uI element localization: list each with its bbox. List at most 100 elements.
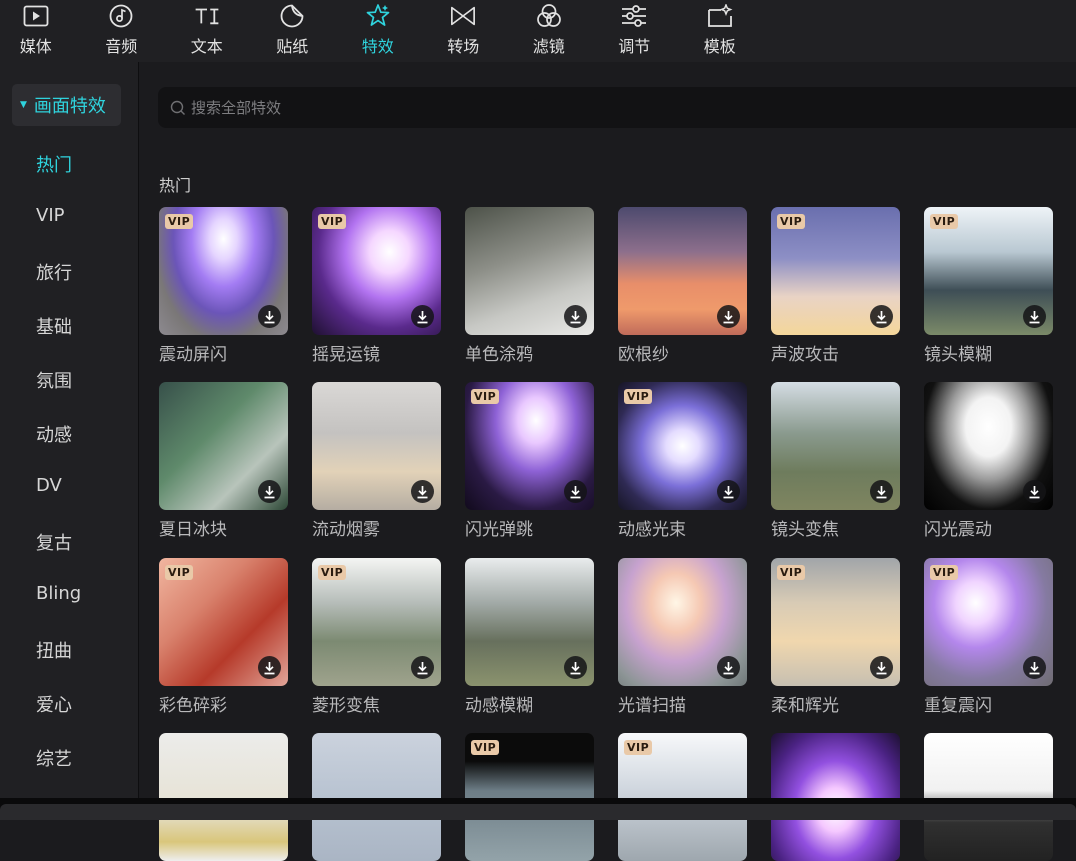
download-button[interactable]	[258, 480, 281, 503]
effect-tile[interactable]: 闪光震动	[924, 382, 1053, 542]
effect-tile[interactable]: VIP 闪光弹跳	[465, 382, 594, 542]
effect-thumbnail[interactable]	[771, 382, 900, 510]
effect-thumbnail[interactable]	[159, 382, 288, 510]
download-button[interactable]	[411, 480, 434, 503]
effect-thumbnail[interactable]: VIP	[159, 558, 288, 686]
effect-tile[interactable]: VIP 菱形变焦	[312, 558, 441, 718]
effect-tile[interactable]: VIP 声波攻击	[771, 207, 900, 367]
effect-thumbnail[interactable]: VIP	[159, 207, 288, 335]
effect-thumbnail[interactable]: VIP	[465, 382, 594, 510]
effect-tile[interactable]: 光谱扫描	[618, 558, 747, 718]
tab-text[interactable]: 文本	[164, 0, 250, 62]
effect-tile[interactable]: VIP 震动屏闪	[159, 207, 288, 367]
effect-tile[interactable]: VIP 重复震闪	[924, 558, 1053, 718]
effect-thumbnail[interactable]	[312, 382, 441, 510]
vip-badge: VIP	[624, 740, 653, 755]
tab-sticker[interactable]: 贴纸	[250, 0, 336, 62]
sidebar-item-retro[interactable]: 复古	[36, 529, 72, 555]
sidebar-item-dv[interactable]: DV	[36, 475, 62, 496]
tab-adjust[interactable]: 调节	[592, 0, 678, 62]
tab-effects[interactable]: 特效	[335, 0, 421, 62]
effect-tile[interactable]: VIP	[465, 733, 594, 861]
effect-tile[interactable]	[771, 733, 900, 861]
effect-thumbnail[interactable]	[159, 733, 288, 861]
effect-thumbnail[interactable]	[312, 733, 441, 861]
effect-tile[interactable]: VIP	[618, 733, 747, 861]
effect-thumbnail[interactable]: VIP	[312, 207, 441, 335]
download-button[interactable]	[258, 656, 281, 679]
effect-name: 声波攻击	[771, 345, 839, 365]
vip-badge: VIP	[318, 214, 347, 229]
effect-tile[interactable]: 动感模糊	[465, 558, 594, 718]
effect-tile[interactable]: 单色涂鸦	[465, 207, 594, 367]
download-button[interactable]	[411, 656, 434, 679]
sidebar-item-vip[interactable]: VIP	[36, 205, 64, 226]
sidebar-item-distort[interactable]: 扭曲	[36, 637, 72, 663]
download-button[interactable]	[258, 305, 281, 328]
effect-thumbnail[interactable]: VIP	[618, 382, 747, 510]
effect-tile[interactable]: 流动烟雾	[312, 382, 441, 542]
tab-template[interactable]: 模板	[677, 0, 763, 62]
effect-thumbnail[interactable]	[618, 558, 747, 686]
effect-tile[interactable]	[159, 733, 288, 861]
adjust-icon	[621, 3, 647, 29]
effect-thumbnail[interactable]	[771, 733, 900, 861]
download-button[interactable]	[411, 305, 434, 328]
effect-tile[interactable]	[312, 733, 441, 861]
download-button[interactable]	[564, 305, 587, 328]
effect-tile[interactable]: VIP 摇晃运镜	[312, 207, 441, 367]
download-button[interactable]	[870, 656, 893, 679]
effect-thumbnail[interactable]: VIP	[312, 558, 441, 686]
download-button[interactable]	[717, 480, 740, 503]
effect-tile[interactable]: VIP 彩色碎彩	[159, 558, 288, 718]
download-button[interactable]	[1023, 305, 1046, 328]
download-button[interactable]	[564, 656, 587, 679]
download-button[interactable]	[870, 480, 893, 503]
tab-media[interactable]: 媒体	[0, 0, 79, 62]
effect-tile[interactable]: 夏日冰块	[159, 382, 288, 542]
sidebar-item-atmosphere[interactable]: 氛围	[36, 367, 72, 393]
effect-thumbnail[interactable]: VIP	[924, 207, 1053, 335]
sidebar-item-basic[interactable]: 基础	[36, 313, 72, 339]
category-header-screen-effects[interactable]: ▼ 画面特效	[12, 84, 121, 126]
sidebar-item-variety[interactable]: 综艺	[36, 745, 72, 771]
effect-thumbnail[interactable]	[465, 207, 594, 335]
sidebar-item-love[interactable]: 爱心	[36, 691, 72, 717]
tab-audio[interactable]: 音频	[79, 0, 165, 62]
download-button[interactable]	[717, 656, 740, 679]
search-icon	[170, 100, 185, 115]
tab-transition[interactable]: 转场	[421, 0, 507, 62]
download-button[interactable]	[1023, 656, 1046, 679]
download-icon	[417, 661, 428, 674]
effect-thumbnail[interactable]	[924, 733, 1053, 861]
sidebar-item-travel[interactable]: 旅行	[36, 259, 72, 285]
effect-thumbnail[interactable]	[465, 558, 594, 686]
sidebar-item-hot[interactable]: 热门	[36, 151, 72, 177]
vip-badge: VIP	[471, 740, 500, 755]
effect-thumbnail[interactable]: VIP	[924, 558, 1053, 686]
tab-filter[interactable]: 滤镜	[506, 0, 592, 62]
sidebar-item-bling[interactable]: Bling	[36, 583, 81, 604]
effect-tile[interactable]: VIP 镜头模糊	[924, 207, 1053, 367]
category-header-label: 画面特效	[33, 96, 106, 117]
effects-category-sidebar: ▼ 画面特效 热门 VIP 旅行 基础 氛围 动感 DV 复古 Bling 扭曲…	[0, 62, 139, 798]
download-button[interactable]	[1023, 480, 1046, 503]
effect-thumbnail[interactable]	[924, 382, 1053, 510]
download-button[interactable]	[870, 305, 893, 328]
download-button[interactable]	[717, 305, 740, 328]
download-button[interactable]	[564, 480, 587, 503]
sidebar-item-dynamic[interactable]: 动感	[36, 421, 72, 447]
media-icon	[23, 3, 49, 29]
effect-thumbnail[interactable]: VIP	[465, 733, 594, 861]
filter-icon	[536, 3, 562, 29]
effect-tile[interactable]: VIP 动感光束	[618, 382, 747, 542]
effect-tile[interactable]: 欧根纱	[618, 207, 747, 367]
effect-tile[interactable]	[924, 733, 1053, 861]
search-input[interactable]: 搜索全部特效	[158, 87, 1076, 128]
effect-tile[interactable]: 镜头变焦	[771, 382, 900, 542]
effect-thumbnail[interactable]: VIP	[771, 558, 900, 686]
effect-thumbnail[interactable]: VIP	[618, 733, 747, 861]
effect-tile[interactable]: VIP 柔和辉光	[771, 558, 900, 718]
effect-thumbnail[interactable]: VIP	[771, 207, 900, 335]
effect-thumbnail[interactable]	[618, 207, 747, 335]
